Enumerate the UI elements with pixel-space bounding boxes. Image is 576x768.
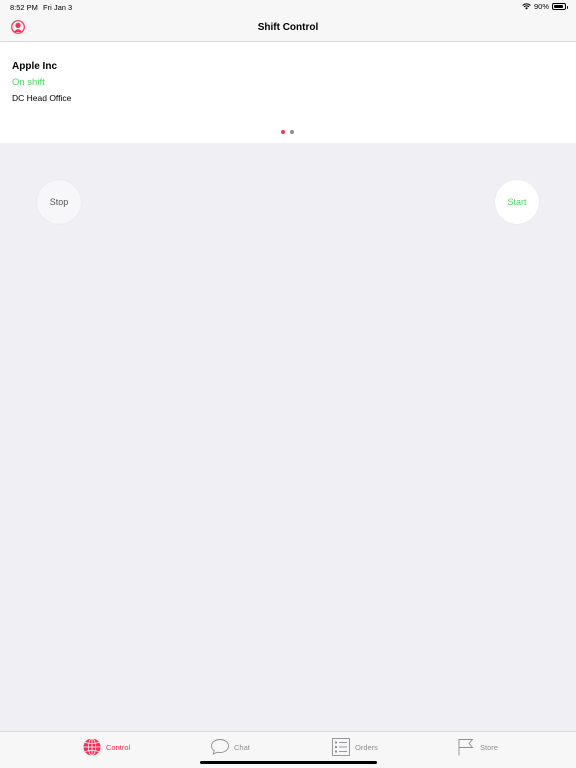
tab-control[interactable]: Control: [82, 737, 130, 757]
flag-icon: [458, 739, 474, 756]
page-title: Shift Control: [257, 22, 319, 33]
company-name: Apple Inc: [12, 61, 58, 72]
tab-chat[interactable]: Chat: [210, 737, 250, 757]
page-dot[interactable]: [290, 130, 294, 134]
globe-icon: [83, 738, 101, 756]
wifi-icon: [522, 3, 531, 10]
list-icon: [332, 738, 350, 756]
page-indicator[interactable]: [281, 130, 294, 134]
navigation-bar: Shift Control: [0, 14, 576, 42]
status-time: 8:52 PM: [10, 3, 38, 12]
status-date: Fri Jan 3: [43, 3, 73, 12]
office-name: DC Head Office: [12, 93, 72, 103]
page-dot[interactable]: [281, 130, 285, 134]
battery-percent: 90%: [533, 2, 549, 11]
status-bar: 8:52 PM Fri Jan 3 90%: [0, 0, 576, 14]
chat-bubble-icon: [211, 739, 229, 755]
tab-label: Orders: [355, 742, 378, 752]
start-button[interactable]: Start: [495, 180, 539, 224]
battery-icon: [552, 3, 568, 10]
status-right: 90%: [522, 2, 568, 11]
home-indicator[interactable]: [200, 761, 377, 764]
battery-fill: [554, 5, 563, 8]
tab-label: Control: [106, 742, 131, 752]
shift-status: On shift: [12, 77, 45, 88]
tab-store[interactable]: Store: [456, 737, 498, 757]
stop-button[interactable]: Stop: [37, 180, 81, 224]
shift-info-card[interactable]: Apple Inc On shift DC Head Office: [0, 42, 576, 143]
tab-label: Store: [480, 742, 498, 752]
tab-label: Chat: [234, 742, 250, 752]
tab-orders[interactable]: Orders: [331, 737, 378, 757]
